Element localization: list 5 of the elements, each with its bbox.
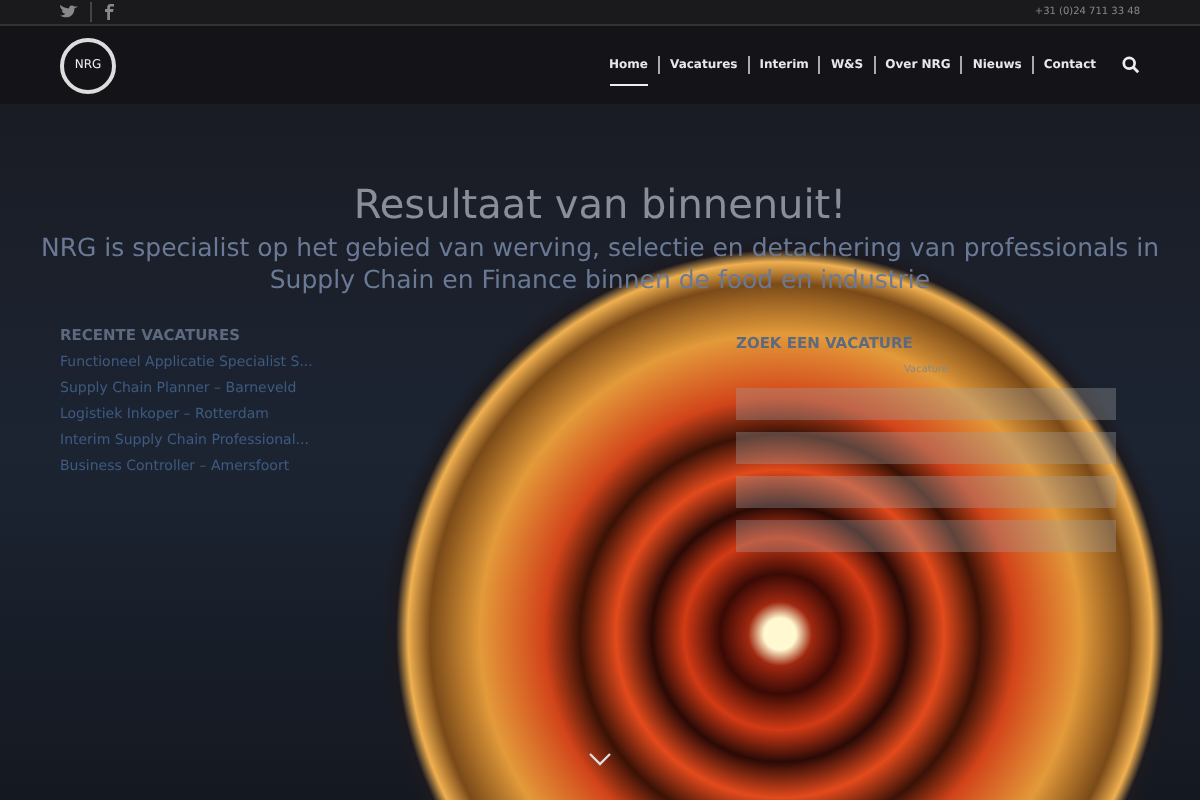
bird-icon[interactable] — [60, 4, 78, 20]
search-icon[interactable] — [1122, 56, 1140, 74]
chevron-down-icon[interactable] — [588, 752, 612, 766]
hero-title: Resultaat van binnenuit! — [351, 180, 849, 228]
letter-f-icon[interactable] — [104, 4, 114, 20]
